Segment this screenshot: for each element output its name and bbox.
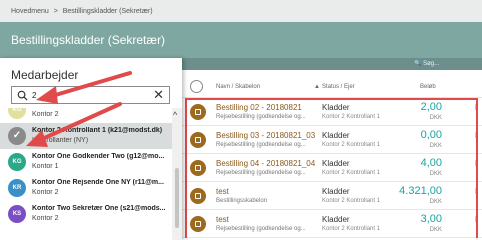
employee-list-item[interactable]: KGKontor 2 Godkender 2 (g2@modst.dk)Kont… bbox=[0, 108, 172, 123]
column-header-status[interactable]: Status / Ejer bbox=[322, 84, 355, 90]
sidebar-title: Medarbejder bbox=[11, 68, 79, 82]
toolbar-search-placeholder: Søg... bbox=[423, 61, 440, 67]
employee-department: Kontor 1 bbox=[32, 163, 59, 170]
breadcrumb-separator: > bbox=[53, 8, 58, 15]
breadcrumb-current: Bestillingskladder (Sekretær) bbox=[62, 8, 153, 15]
employee-list-item[interactable]: KG Kontor One Godkender Two (g12@mo... Kon… bbox=[0, 149, 172, 175]
employee-sidebar: Medarbejder ✕ KGKontor 2 Godkender 2 (g2… bbox=[0, 58, 182, 240]
search-icon bbox=[17, 90, 28, 101]
select-all-radio[interactable] bbox=[190, 80, 203, 93]
breadcrumb-home[interactable]: Hovedmenu bbox=[11, 8, 49, 15]
avatar: KG bbox=[8, 108, 26, 119]
employee-search-input[interactable] bbox=[32, 88, 147, 102]
employee-department: Kontor 2 bbox=[32, 189, 59, 196]
breadcrumb: Hovedmenu > Bestillingskladder (Sekretær… bbox=[0, 0, 482, 22]
close-icon[interactable]: ✕ bbox=[153, 88, 164, 102]
annotation-highlight-box bbox=[185, 98, 478, 238]
employee-list-item[interactable]: KS Kontor Two Sekretær One (s21@mods... Ko… bbox=[0, 201, 172, 227]
employee-department: Kontrollanter (NY) bbox=[32, 137, 89, 144]
title-bar: Bestillingskladder (Sekretær) bbox=[0, 22, 482, 58]
employee-name: Kontor One Godkender Two (g12@mo... bbox=[32, 153, 165, 160]
employee-list-item[interactable]: ✓ Kontor 2 Kontrollant 1 (k21@modst.dk) Ko… bbox=[0, 123, 172, 149]
avatar: KR bbox=[8, 179, 26, 197]
employee-list-item[interactable]: KR Kontor One Rejsende One NY (r11@m... Ko… bbox=[0, 175, 172, 201]
sidebar-scrollbar[interactable]: ^ bbox=[172, 108, 182, 240]
employee-name: Kontor One Rejsende One NY (r11@m... bbox=[32, 179, 164, 186]
sort-asc-icon: ▲ bbox=[314, 84, 320, 90]
avatar: KS bbox=[8, 205, 26, 223]
avatar: KG bbox=[8, 153, 26, 171]
column-header-amount[interactable]: Beløb bbox=[420, 84, 436, 90]
column-header-name[interactable]: Navn / Skabelon bbox=[216, 84, 260, 90]
toolbar-search[interactable]: 🔍 Søg... bbox=[414, 60, 439, 67]
table-header: Navn / Skabelon ▲ Status / Ejer Beløb bbox=[182, 76, 482, 98]
employee-search[interactable]: ✕ bbox=[11, 86, 170, 104]
employee-department: Kontor 2 bbox=[32, 111, 59, 118]
employee-name: Kontor 2 Kontrollant 1 (k21@modst.dk) bbox=[32, 127, 163, 134]
page-title: Bestillingskladder (Sekretær) bbox=[11, 33, 166, 47]
scrollbar-thumb[interactable] bbox=[175, 168, 179, 228]
check-icon: ✓ bbox=[8, 127, 26, 145]
employee-department: Kontor 2 bbox=[32, 215, 59, 222]
chevron-up-icon[interactable]: ^ bbox=[173, 110, 177, 120]
employee-list: KGKontor 2 Godkender 2 (g2@modst.dk)Kont… bbox=[0, 108, 172, 240]
list-toolbar: 🔍 Søg... bbox=[182, 58, 482, 70]
employee-name: Kontor Two Sekretær One (s21@mods... bbox=[32, 205, 166, 212]
